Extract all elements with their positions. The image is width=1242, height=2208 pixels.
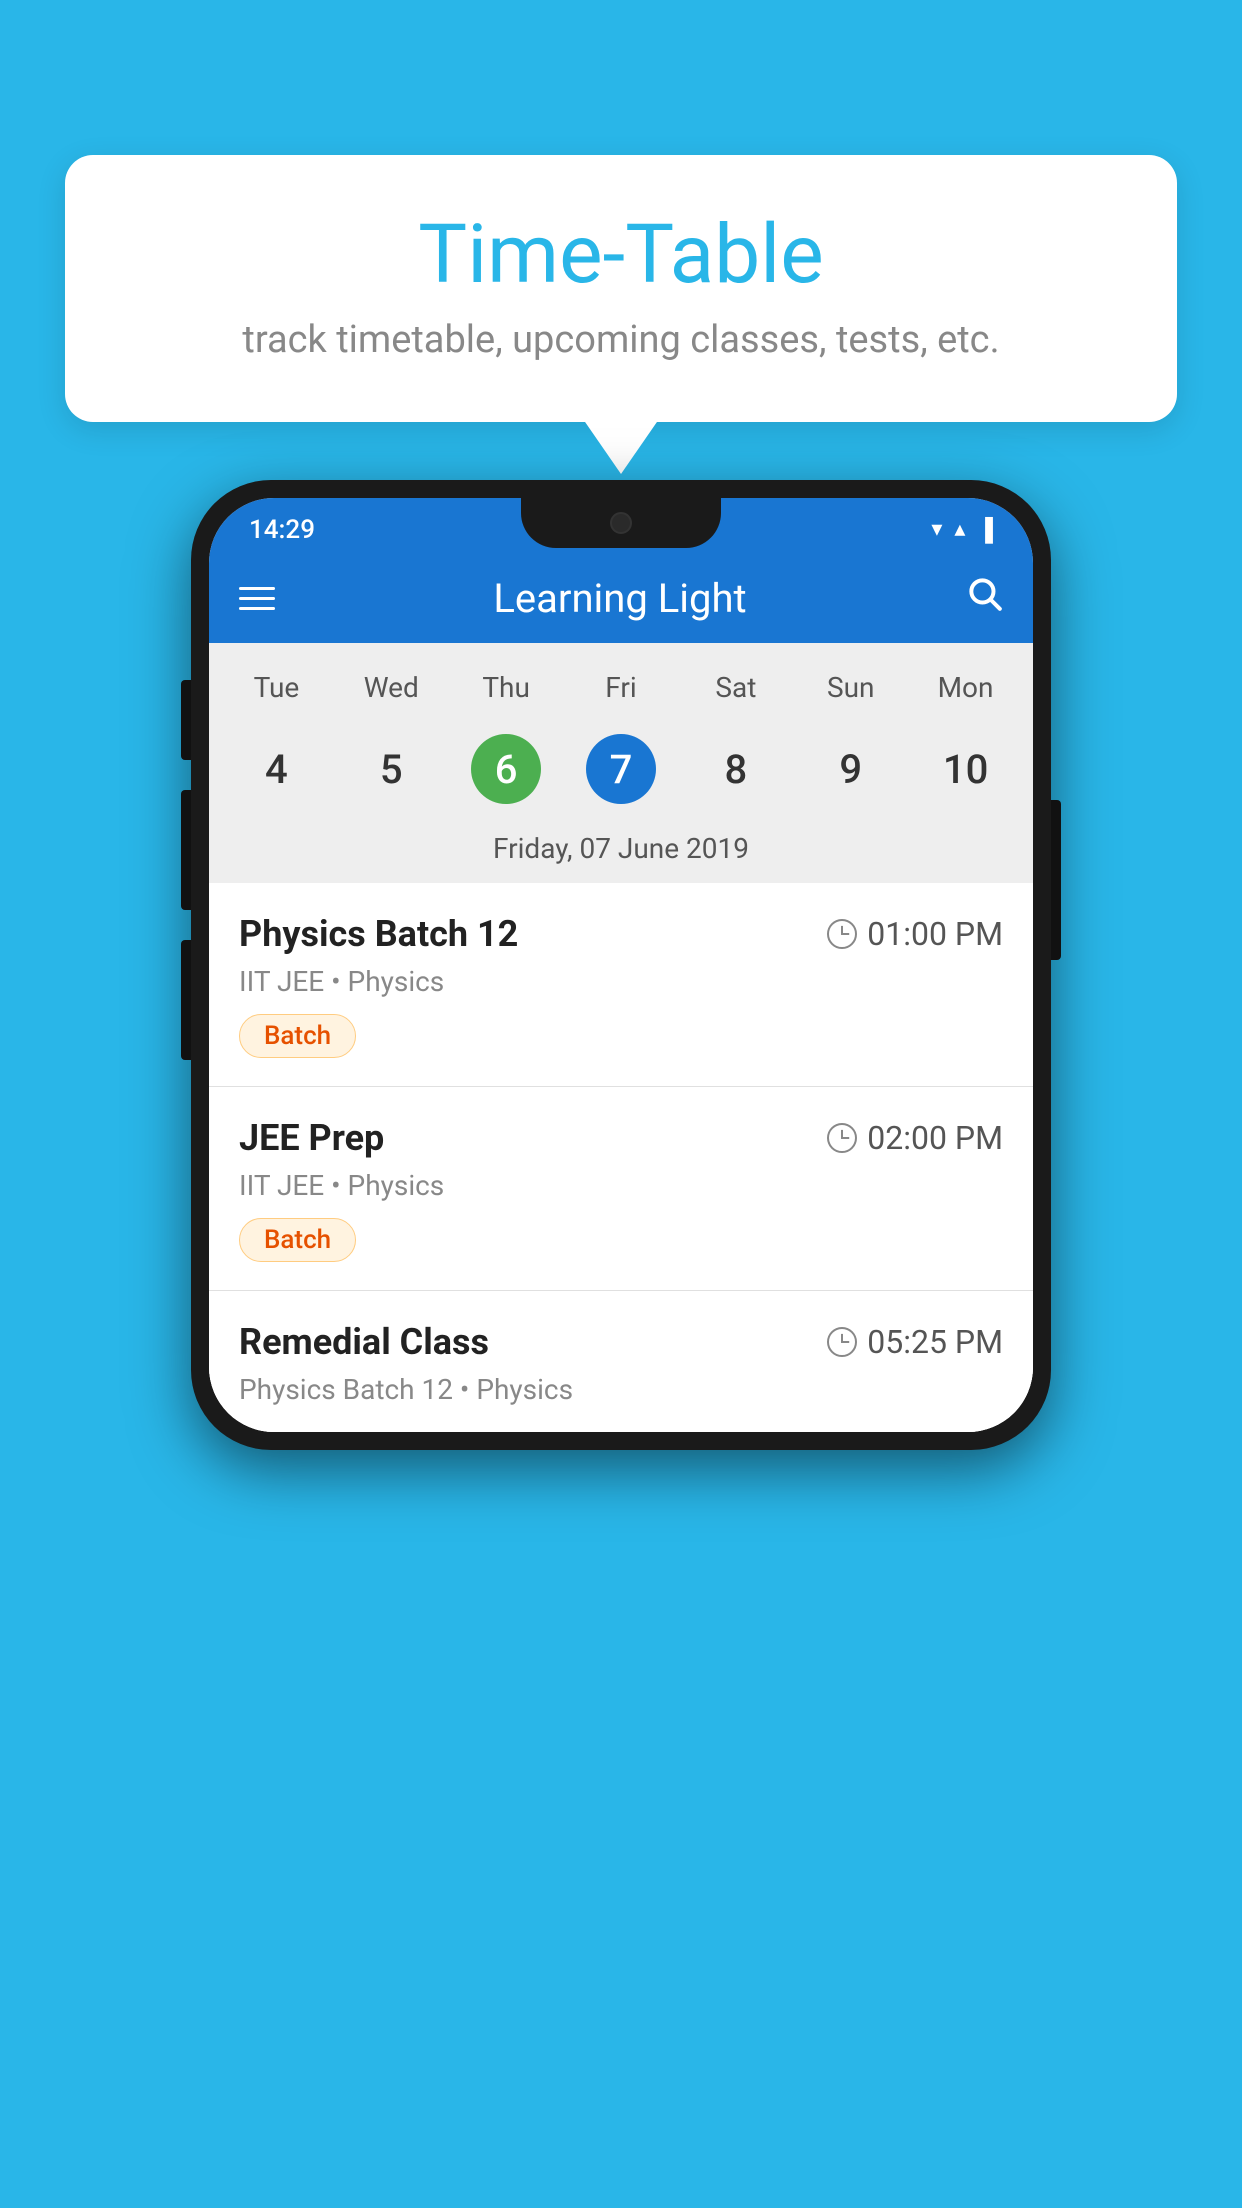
day-label-wed: Wed [334,663,449,712]
speech-bubble-container: Time-Table track timetable, upcoming cla… [65,155,1177,422]
date-cell-8[interactable]: 8 [678,724,793,814]
schedule-item-jee-prep[interactable]: JEE Prep 02:00 PM IIT JEE • Physics Batc… [209,1087,1033,1291]
battery-icon: ▐ [977,517,993,543]
time-text-1: 01:00 PM [867,915,1003,953]
day-label-tue: Tue [219,663,334,712]
hamburger-line-1 [239,587,275,590]
clock-icon-1 [827,919,857,949]
day-label-mon: Mon [908,663,1023,712]
date-6-today: 6 [471,734,541,804]
time-text-2: 02:00 PM [867,1119,1003,1157]
schedule-item-remedial[interactable]: Remedial Class 05:25 PM Physics Batch 12… [209,1291,1033,1432]
clock-icon-2 [827,1123,857,1153]
bubble-title: Time-Table [115,210,1127,300]
date-cell-7[interactable]: 7 [564,724,679,814]
batch-badge-2: Batch [239,1218,356,1262]
schedule-item-header-2: JEE Prep 02:00 PM [239,1117,1003,1159]
date-8: 8 [701,734,771,804]
status-time: 14:29 [249,515,315,545]
schedule-time-1: 01:00 PM [827,915,1003,953]
schedule-list: Physics Batch 12 01:00 PM IIT JEE • Phys… [209,883,1033,1432]
signal-icon: ▴ [954,517,965,542]
phone-shell: 14:29 ▾ ▴ ▐ Learning Light [191,480,1051,1450]
day-label-sat: Sat [678,663,793,712]
hamburger-line-3 [239,607,275,610]
date-4: 4 [241,734,311,804]
calendar-section: Tue Wed Thu Fri Sat Sun Mon 4 5 [209,643,1033,883]
schedule-meta-2: IIT JEE • Physics [239,1169,1003,1202]
phone-notch [521,498,721,548]
clock-icon-3 [827,1327,857,1357]
phone-button-volume-up [181,790,191,910]
app-bar: Learning Light [209,553,1033,643]
date-7-selected: 7 [586,734,656,804]
selected-date-label: Friday, 07 June 2019 [209,822,1033,883]
schedule-item-physics-batch-12[interactable]: Physics Batch 12 01:00 PM IIT JEE • Phys… [209,883,1033,1087]
schedule-title-1: Physics Batch 12 [239,913,518,955]
date-cell-5[interactable]: 5 [334,724,449,814]
schedule-time-2: 02:00 PM [827,1119,1003,1157]
phone-camera [610,512,632,534]
date-cell-10[interactable]: 10 [908,724,1023,814]
phone-button-volume-down [181,940,191,1060]
speech-bubble: Time-Table track timetable, upcoming cla… [65,155,1177,422]
bubble-subtitle: track timetable, upcoming classes, tests… [115,318,1127,362]
time-text-3: 05:25 PM [867,1323,1003,1361]
date-cell-9[interactable]: 9 [793,724,908,814]
phone-screen: 14:29 ▾ ▴ ▐ Learning Light [209,498,1033,1432]
phone-mockup: 14:29 ▾ ▴ ▐ Learning Light [191,480,1051,1450]
app-title: Learning Light [305,575,935,622]
schedule-title-3: Remedial Class [239,1321,489,1363]
batch-badge-1: Batch [239,1014,356,1058]
wifi-icon: ▾ [931,517,942,542]
day-label-sun: Sun [793,663,908,712]
status-icons: ▾ ▴ ▐ [931,517,993,543]
date-cell-6[interactable]: 6 [449,724,564,814]
schedule-meta-1: IIT JEE • Physics [239,965,1003,998]
date-10: 10 [931,734,1001,804]
day-label-thu: Thu [449,663,564,712]
schedule-title-2: JEE Prep [239,1117,384,1159]
schedule-meta-3: Physics Batch 12 • Physics [239,1373,1003,1406]
date-9: 9 [816,734,886,804]
schedule-item-header-3: Remedial Class 05:25 PM [239,1321,1003,1363]
phone-button-volume-indicator [181,680,191,760]
phone-button-power [1051,800,1061,960]
date-cell-4[interactable]: 4 [219,724,334,814]
date-5: 5 [356,734,426,804]
day-label-fri: Fri [564,663,679,712]
schedule-item-header-1: Physics Batch 12 01:00 PM [239,913,1003,955]
calendar-dates-row: 4 5 6 7 8 9 [209,724,1033,814]
hamburger-line-2 [239,597,275,600]
search-button[interactable] [965,574,1003,622]
schedule-time-3: 05:25 PM [827,1323,1003,1361]
calendar-days-row: Tue Wed Thu Fri Sat Sun Mon [209,663,1033,712]
hamburger-menu-button[interactable] [239,587,275,610]
